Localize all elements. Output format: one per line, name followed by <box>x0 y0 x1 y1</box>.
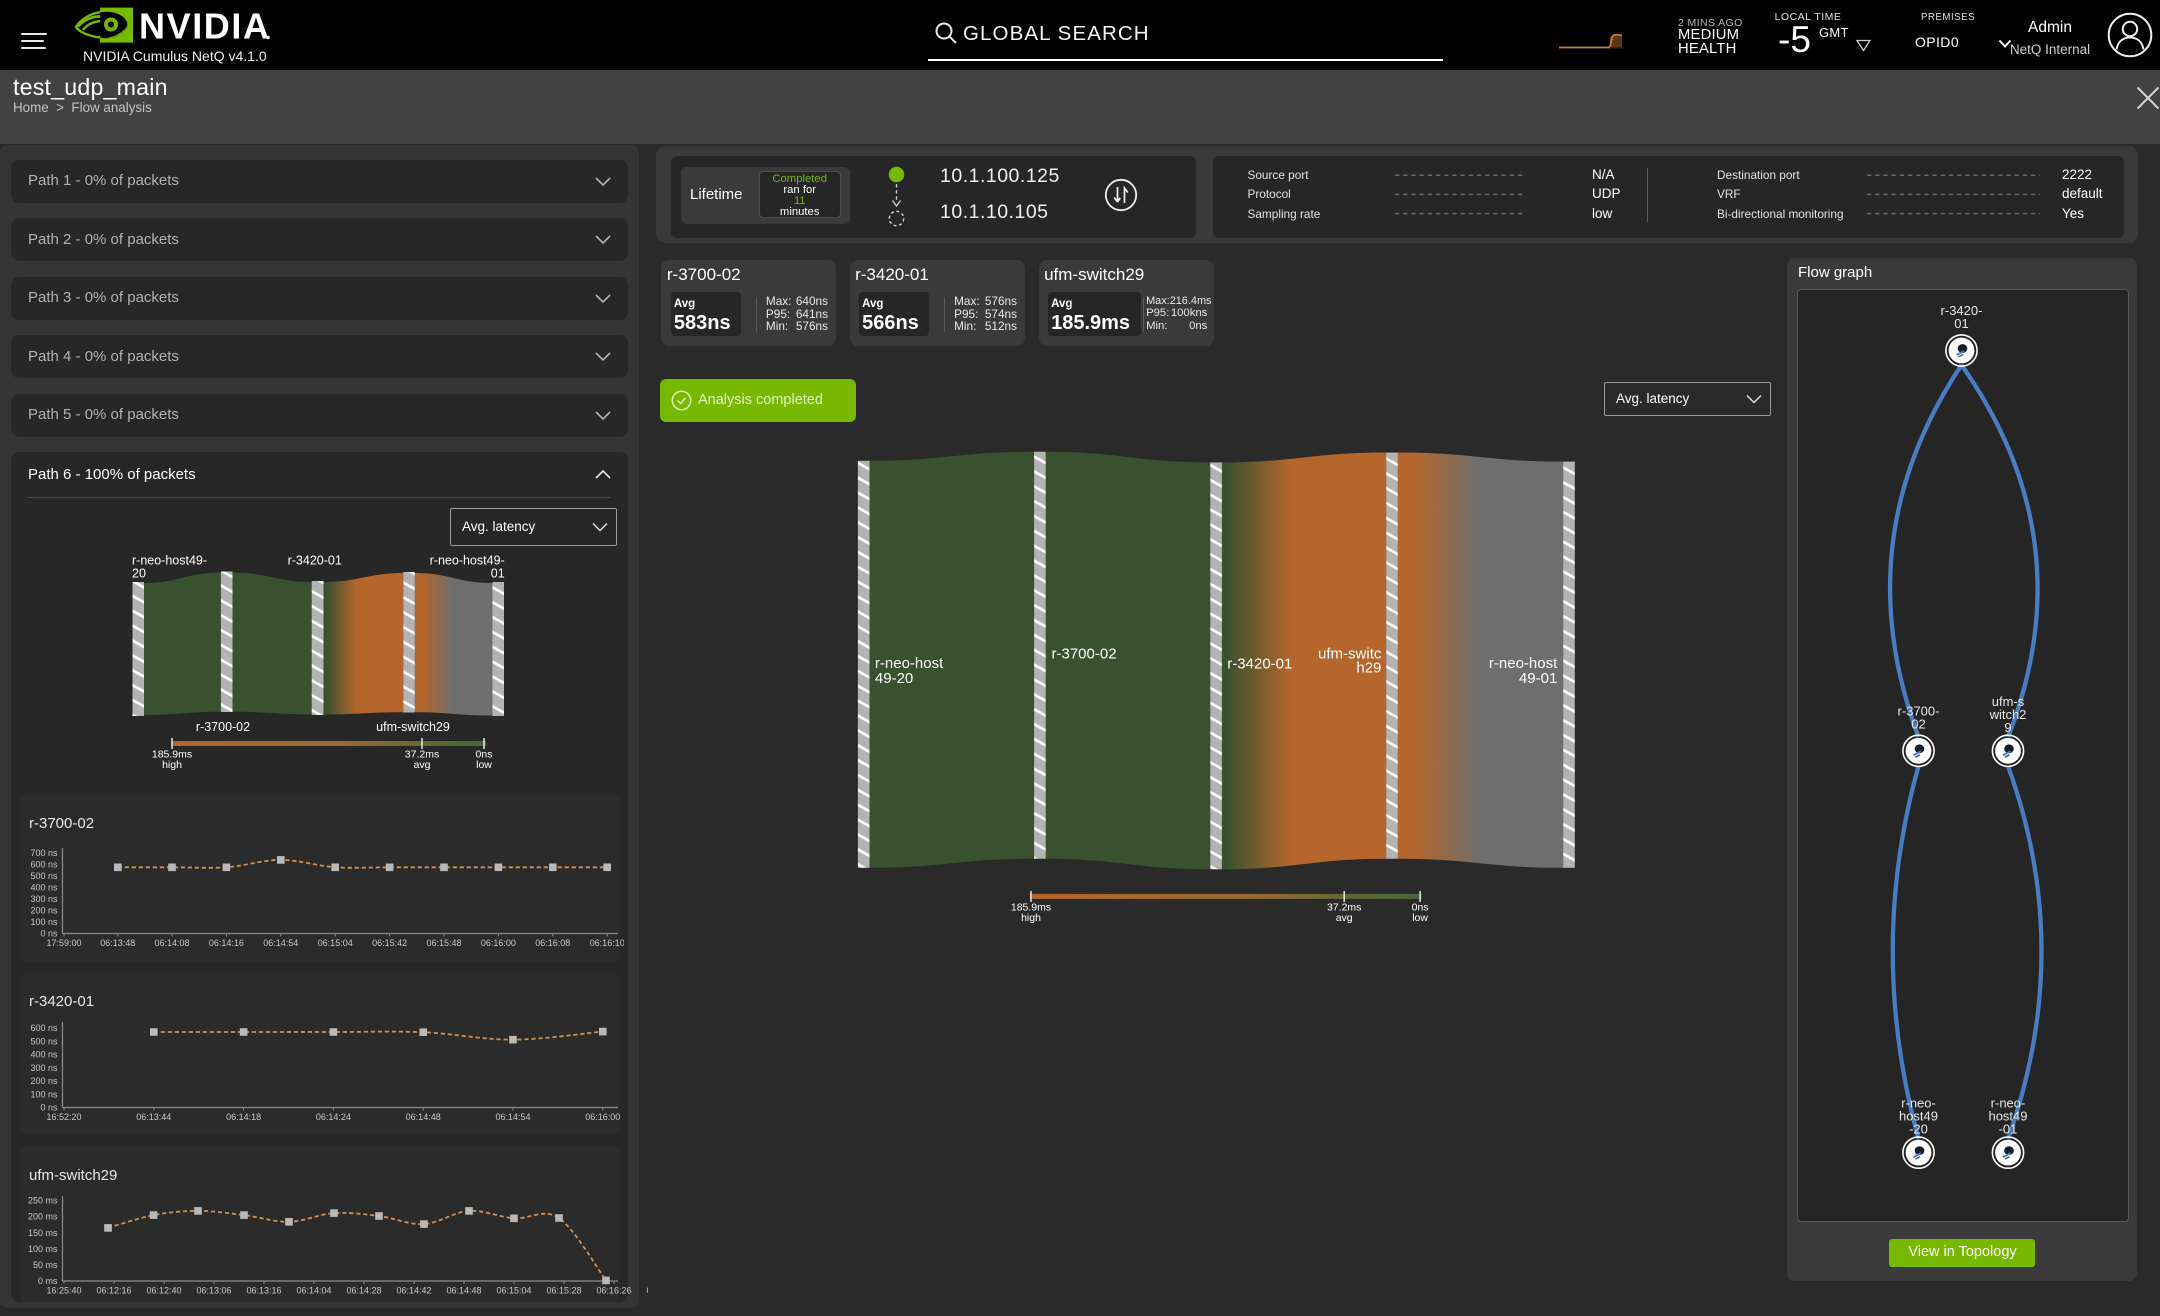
svg-text:06:14:28: 06:14:28 <box>346 1286 381 1296</box>
svg-text:06:12:16: 06:12:16 <box>96 1286 131 1296</box>
svg-text:r-neo-host49-: r-neo-host49- <box>132 554 207 568</box>
svg-text:400 ns: 400 ns <box>30 883 58 893</box>
svg-text:50 ms: 50 ms <box>33 1260 58 1270</box>
svg-text:avg: avg <box>414 759 431 771</box>
svg-text:0 ns: 0 ns <box>40 1103 58 1113</box>
svg-text:200 ns: 200 ns <box>30 1076 58 1086</box>
svg-text:06:14:54: 06:14:54 <box>495 1112 530 1122</box>
svg-text:100 ms: 100 ms <box>28 1244 58 1254</box>
svg-text:0 ms: 0 ms <box>38 1276 58 1286</box>
svg-text:ufm-switch29: ufm-switch29 <box>376 720 450 734</box>
svg-text:06:13:06: 06:13:06 <box>196 1286 231 1296</box>
svg-text:300 ns: 300 ns <box>30 894 58 904</box>
svg-text:500 ns: 500 ns <box>30 1036 58 1046</box>
svg-text:06:13:16: 06:13:16 <box>246 1286 281 1296</box>
svg-text:r-3420-01: r-3420-01 <box>1227 655 1292 672</box>
svg-text:06:12:40: 06:12:40 <box>146 1286 181 1296</box>
svg-text:06:15:28: 06:15:28 <box>546 1286 581 1296</box>
svg-text:17:59:00: 17:59:00 <box>46 938 81 948</box>
svg-text:06:14:48: 06:14:48 <box>446 1286 481 1296</box>
svg-text:400 ns: 400 ns <box>30 1050 58 1060</box>
svg-text:06:16:10: 06:16:10 <box>590 938 624 948</box>
svg-text:250 ms: 250 ms <box>28 1196 58 1206</box>
svg-text:-20: -20 <box>1909 1121 1928 1136</box>
svg-text:avg: avg <box>1336 912 1353 924</box>
svg-text:06:13:48: 06:13:48 <box>100 938 135 948</box>
svg-text:06:15:04: 06:15:04 <box>496 1286 531 1296</box>
svg-text:49-01: 49-01 <box>1519 670 1557 687</box>
svg-text:06:15:48: 06:15:48 <box>426 938 461 948</box>
svg-text:h29: h29 <box>1356 660 1381 677</box>
svg-text:16:25:40: 16:25:40 <box>46 1286 81 1296</box>
svg-text:02: 02 <box>1911 717 1925 732</box>
svg-text:0 ns: 0 ns <box>40 929 58 939</box>
svg-text:06:14:42: 06:14:42 <box>396 1286 431 1296</box>
svg-text:06:14:04: 06:14:04 <box>296 1286 331 1296</box>
svg-text:200 ns: 200 ns <box>30 906 58 916</box>
svg-text:r-3700-02: r-3700-02 <box>196 720 250 734</box>
svg-text:low: low <box>1412 912 1428 924</box>
svg-text:06:16:00: 06:16:00 <box>481 938 516 948</box>
svg-text:r-neo-host49-: r-neo-host49- <box>430 554 505 568</box>
svg-text:150 ms: 150 ms <box>28 1228 58 1238</box>
svg-text:100 ns: 100 ns <box>30 1089 58 1099</box>
svg-text:06:13:44: 06:13:44 <box>136 1112 171 1122</box>
svg-text:200 ms: 200 ms <box>28 1212 58 1222</box>
svg-text:06:16:26: 06:16:26 <box>596 1286 631 1296</box>
svg-text:100 ns: 100 ns <box>30 917 58 927</box>
svg-text:high: high <box>162 759 182 771</box>
svg-text:06:16:00: 06:16:00 <box>585 1112 620 1122</box>
svg-text:high: high <box>1021 912 1041 924</box>
svg-text:20: 20 <box>132 567 146 581</box>
svg-text:49-20: 49-20 <box>875 670 913 687</box>
svg-text:300 ns: 300 ns <box>30 1063 58 1073</box>
svg-text:600 ns: 600 ns <box>30 860 58 870</box>
svg-text:600 ns: 600 ns <box>30 1023 58 1033</box>
svg-text:low: low <box>476 759 492 771</box>
svg-text:9: 9 <box>2004 720 2011 735</box>
svg-text:06:14:24: 06:14:24 <box>316 1112 351 1122</box>
svg-text:700 ns: 700 ns <box>30 848 58 858</box>
svg-text:01: 01 <box>491 567 505 581</box>
svg-text:06:15:04: 06:15:04 <box>318 938 353 948</box>
svg-text:06:17:42: 06:17:42 <box>646 1286 648 1296</box>
svg-text:06:14:16: 06:14:16 <box>209 938 244 948</box>
svg-text:06:14:54: 06:14:54 <box>263 938 298 948</box>
svg-text:06:14:48: 06:14:48 <box>406 1112 441 1122</box>
svg-text:06:14:18: 06:14:18 <box>226 1112 261 1122</box>
svg-text:r-3420-01: r-3420-01 <box>288 554 342 568</box>
svg-text:01: 01 <box>1954 316 1968 331</box>
svg-text:06:16:08: 06:16:08 <box>535 938 570 948</box>
svg-text:NVIDIA: NVIDIA <box>139 6 271 47</box>
svg-text:-01: -01 <box>1999 1121 2018 1136</box>
svg-text:06:15:42: 06:15:42 <box>372 938 407 948</box>
svg-text:r-3700-02: r-3700-02 <box>1052 646 1117 663</box>
svg-text:06:14:08: 06:14:08 <box>154 938 189 948</box>
svg-text:500 ns: 500 ns <box>30 871 58 881</box>
svg-text:16:52:20: 16:52:20 <box>46 1112 81 1122</box>
